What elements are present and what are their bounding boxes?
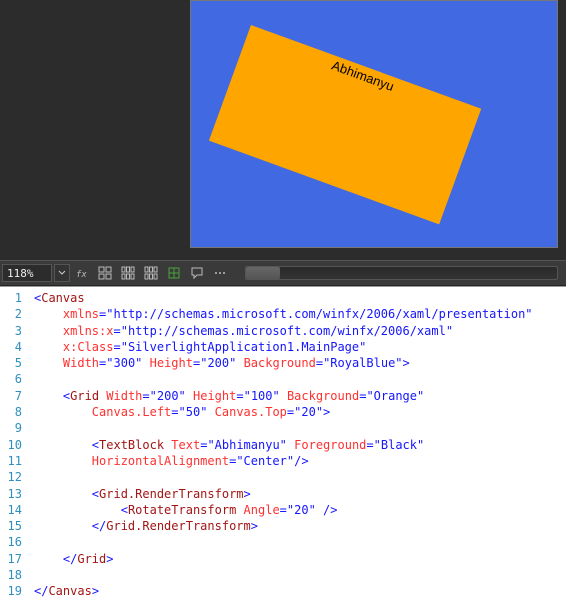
- code-line[interactable]: <Canvas: [34, 290, 566, 306]
- code-line[interactable]: xmlns="http://schemas.microsoft.com/winf…: [34, 306, 566, 322]
- line-number: 5: [0, 355, 28, 371]
- designer-preview: Abhimanyu 118% fx: [0, 0, 566, 290]
- line-number: 6: [0, 371, 28, 387]
- line-number: 13: [0, 486, 28, 502]
- split-icon: [167, 266, 181, 280]
- line-number: 12: [0, 469, 28, 485]
- code-line[interactable]: HorizontalAlignment="Center"/>: [34, 453, 566, 469]
- chat-icon: [190, 266, 204, 280]
- code-line[interactable]: Width="300" Height="200" Background="Roy…: [34, 355, 566, 371]
- line-number: 10: [0, 437, 28, 453]
- code-line[interactable]: <Grid Width="200" Height="100" Backgroun…: [34, 388, 566, 404]
- snap-button[interactable]: [163, 263, 185, 283]
- grid4-icon: [98, 266, 112, 280]
- line-number: 9: [0, 420, 28, 436]
- code-editor[interactable]: 12345678910111213141516171819 <Canvas xm…: [0, 286, 566, 601]
- code-line[interactable]: [34, 469, 566, 485]
- code-line[interactable]: </Grid>: [34, 551, 566, 567]
- canvas-artboard[interactable]: Abhimanyu: [190, 0, 558, 248]
- code-area[interactable]: <Canvas xmlns="http://schemas.microsoft.…: [28, 287, 566, 601]
- code-line[interactable]: Canvas.Left="50" Canvas.Top="20">: [34, 404, 566, 420]
- line-number: 1: [0, 290, 28, 306]
- line-number: 16: [0, 534, 28, 550]
- code-line[interactable]: </Grid.RenderTransform>: [34, 518, 566, 534]
- code-line[interactable]: x:Class="SilverlightApplication1.MainPag…: [34, 339, 566, 355]
- grid6-button[interactable]: [117, 263, 139, 283]
- code-line[interactable]: [34, 371, 566, 387]
- code-line[interactable]: xmlns:x="http://schemas.microsoft.com/wi…: [34, 323, 566, 339]
- zoom-input[interactable]: 118%: [2, 264, 52, 282]
- grid-rect[interactable]: Abhimanyu: [209, 25, 481, 224]
- chevron-down-icon: [58, 269, 66, 277]
- line-number: 17: [0, 551, 28, 567]
- svg-text:fx: fx: [76, 270, 87, 280]
- zoom-dropdown[interactable]: [54, 264, 70, 282]
- code-line[interactable]: [34, 420, 566, 436]
- line-number: 2: [0, 306, 28, 322]
- line-number: 18: [0, 567, 28, 583]
- line-number: 19: [0, 583, 28, 599]
- dots-icon: [213, 266, 227, 280]
- code-line[interactable]: [34, 567, 566, 583]
- line-number: 4: [0, 339, 28, 355]
- code-line[interactable]: <RotateTransform Angle="20" />: [34, 502, 566, 518]
- line-number-gutter: 12345678910111213141516171819: [0, 287, 28, 601]
- grid6b-icon: [144, 266, 158, 280]
- more-button[interactable]: [209, 263, 231, 283]
- line-number: 15: [0, 518, 28, 534]
- code-line[interactable]: <TextBlock Text="Abhimanyu" Foreground="…: [34, 437, 566, 453]
- effects-button[interactable]: fx: [71, 263, 93, 283]
- annotate-button[interactable]: [186, 263, 208, 283]
- designer-toolbar: 118% fx: [0, 260, 566, 286]
- fx-icon: fx: [75, 266, 89, 280]
- scrollbar-thumb[interactable]: [246, 267, 280, 279]
- grid4-button[interactable]: [94, 263, 116, 283]
- grid6b-button[interactable]: [140, 263, 162, 283]
- code-line[interactable]: [34, 534, 566, 550]
- grid6-icon: [121, 266, 135, 280]
- line-number: 3: [0, 323, 28, 339]
- code-line[interactable]: </Canvas>: [34, 583, 566, 599]
- code-line[interactable]: <Grid.RenderTransform>: [34, 486, 566, 502]
- line-number: 7: [0, 388, 28, 404]
- line-number: 11: [0, 453, 28, 469]
- textblock-text: Abhimanyu: [330, 58, 396, 94]
- line-number: 14: [0, 502, 28, 518]
- line-number: 8: [0, 404, 28, 420]
- horizontal-scrollbar[interactable]: [245, 266, 558, 280]
